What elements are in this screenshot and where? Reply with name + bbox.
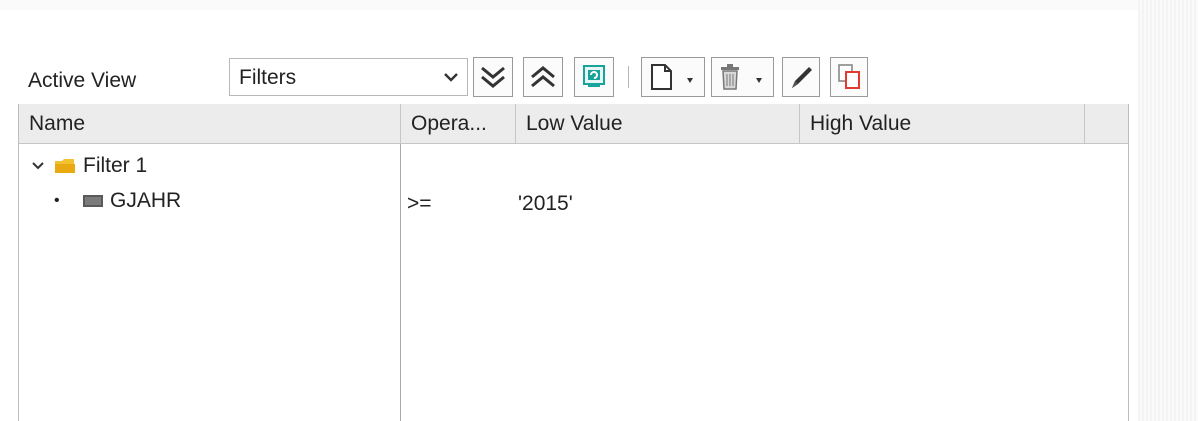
active-view-select-value: Filters <box>239 66 297 89</box>
tree-node-label: GJAHR <box>110 189 182 212</box>
create-menu-button[interactable] <box>641 57 705 97</box>
refresh-view-button[interactable] <box>574 57 614 97</box>
tree-node-filter-1[interactable]: Filter 1 <box>31 151 391 181</box>
expand-all-button[interactable] <box>473 57 513 97</box>
operator-cell[interactable]: >= <box>407 189 432 219</box>
column-header-high-value[interactable]: High Value <box>800 104 1084 144</box>
active-view-select[interactable]: Filters <box>229 58 468 96</box>
edit-button[interactable] <box>782 57 820 97</box>
low-value-cell[interactable]: '2015' <box>518 189 573 219</box>
column-header-low-value[interactable]: Low Value <box>516 104 799 144</box>
chevron-down-icon <box>444 73 458 82</box>
column-divider[interactable] <box>1084 104 1085 144</box>
expand-chevron-icon[interactable] <box>31 160 45 172</box>
column-header-operator[interactable]: Opera... <box>401 104 515 144</box>
double-chevron-up-icon <box>531 66 555 88</box>
folder-icon <box>55 159 75 173</box>
pane-divider[interactable] <box>400 144 401 421</box>
copy-button[interactable] <box>830 57 868 97</box>
column-header-name[interactable]: Name <box>19 104 400 144</box>
tree-node-label: Filter 1 <box>83 154 148 177</box>
double-chevron-down-icon <box>481 66 505 88</box>
right-margin <box>1138 0 1198 421</box>
copy-icon <box>838 64 860 89</box>
field-icon <box>83 195 103 207</box>
delete-menu-button[interactable] <box>711 57 774 97</box>
trash-icon <box>721 64 762 90</box>
top-margin <box>0 0 1138 10</box>
bullet-icon: • <box>54 192 60 209</box>
grid-header: Name Opera... Low Value High Value <box>19 104 1128 144</box>
active-view-label: Active View <box>28 69 137 92</box>
new-document-icon <box>651 64 693 90</box>
collapse-all-button[interactable] <box>523 57 563 97</box>
filter-tree-grid: Name Opera... Low Value High Value Filte… <box>18 104 1129 421</box>
pencil-icon <box>792 67 812 88</box>
tree-node-gjahr[interactable]: • GJAHR <box>54 186 391 216</box>
toolbar-separator <box>628 66 629 88</box>
refresh-screen-icon <box>583 65 605 87</box>
